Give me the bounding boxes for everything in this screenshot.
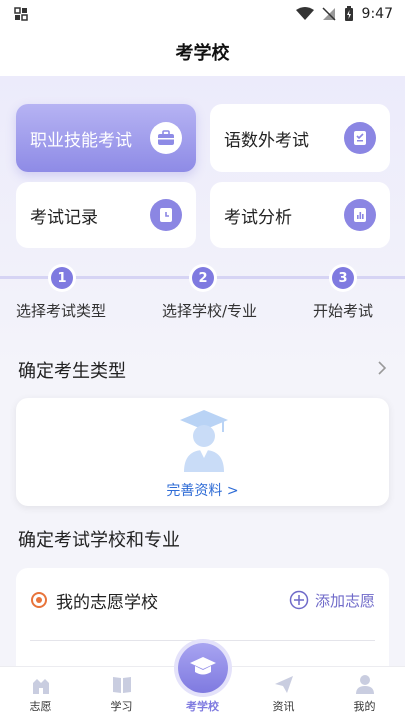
step-3-marker: 3 <box>329 264 357 292</box>
tab-label: 学习 <box>110 700 133 713</box>
briefcase-icon <box>150 122 182 154</box>
divider <box>30 640 375 641</box>
tab-exam-school[interactable]: 考学校 <box>162 643 243 720</box>
status-bar: 9:47 <box>0 0 405 28</box>
chevron-right-icon[interactable] <box>377 360 387 376</box>
battery-icon <box>344 6 353 21</box>
step-2-label: 选择学校/专业 <box>162 302 258 320</box>
wifi-icon <box>295 7 314 20</box>
tab-label: 资讯 <box>272 700 295 713</box>
my-school-row: 我的志愿学校 添加志愿 <box>30 586 375 614</box>
general-exam-card[interactable]: 语数外考试 <box>210 104 390 172</box>
person-icon <box>355 675 374 694</box>
page-header: 考学校 <box>0 28 405 76</box>
tab-mine[interactable]: 我的 <box>324 667 405 720</box>
tab-study[interactable]: 学习 <box>81 667 162 720</box>
card-label: 职业技能考试 <box>30 130 132 151</box>
school-major-title: 确定考试学校和专业 <box>18 530 180 551</box>
book-icon <box>112 677 131 693</box>
add-school-button[interactable]: 添加志愿 <box>289 590 375 611</box>
step-2-marker: 2 <box>189 264 217 292</box>
bottom-tab-bar: 志愿 学习 考学校 资讯 我的 <box>0 643 405 720</box>
add-circle-icon <box>289 590 309 610</box>
step-3-label: 开始考试 <box>313 302 374 320</box>
chart-icon <box>344 199 376 231</box>
checklist-icon <box>344 122 376 154</box>
candidate-profile-card[interactable]: 完善资料 > <box>16 398 389 506</box>
add-school-label: 添加志愿 <box>314 591 375 610</box>
tab-wishes[interactable]: 志愿 <box>0 667 81 720</box>
notification-icon <box>14 7 28 21</box>
exam-analysis-card[interactable]: 考试分析 <box>210 182 390 248</box>
tab-label: 志愿 <box>29 700 52 713</box>
exam-records-card[interactable]: 考试记录 <box>16 182 196 248</box>
candidate-type-title: 确定考生类型 <box>18 361 126 382</box>
clock-time: 9:47 <box>361 6 393 22</box>
card-label: 语数外考试 <box>224 130 309 151</box>
castle-icon <box>32 679 49 694</box>
tab-label: 考学校 <box>186 700 219 713</box>
tab-news[interactable]: 资讯 <box>243 667 324 720</box>
paper-plane-icon <box>274 676 293 693</box>
page-title: 考学校 <box>175 43 230 64</box>
tab-label: 我的 <box>353 700 376 713</box>
no-signal-icon <box>322 7 336 21</box>
my-school-label: 我的志愿学校 <box>56 592 158 613</box>
step-number: 2 <box>192 267 214 289</box>
vocational-exam-card[interactable]: 职业技能考试 <box>16 104 196 172</box>
step-number: 3 <box>332 267 354 289</box>
clock-icon <box>150 199 182 231</box>
card-label: 考试分析 <box>224 207 292 228</box>
graduation-cap-icon <box>177 643 228 693</box>
card-label: 考试记录 <box>30 207 98 228</box>
graduate-avatar-icon <box>180 410 228 472</box>
step-1-label: 选择考试类型 <box>16 302 107 320</box>
step-1-marker: 1 <box>48 264 76 292</box>
step-number: 1 <box>51 267 73 289</box>
complete-profile-link[interactable]: 完善资料 > <box>16 480 389 500</box>
target-icon <box>31 592 47 608</box>
